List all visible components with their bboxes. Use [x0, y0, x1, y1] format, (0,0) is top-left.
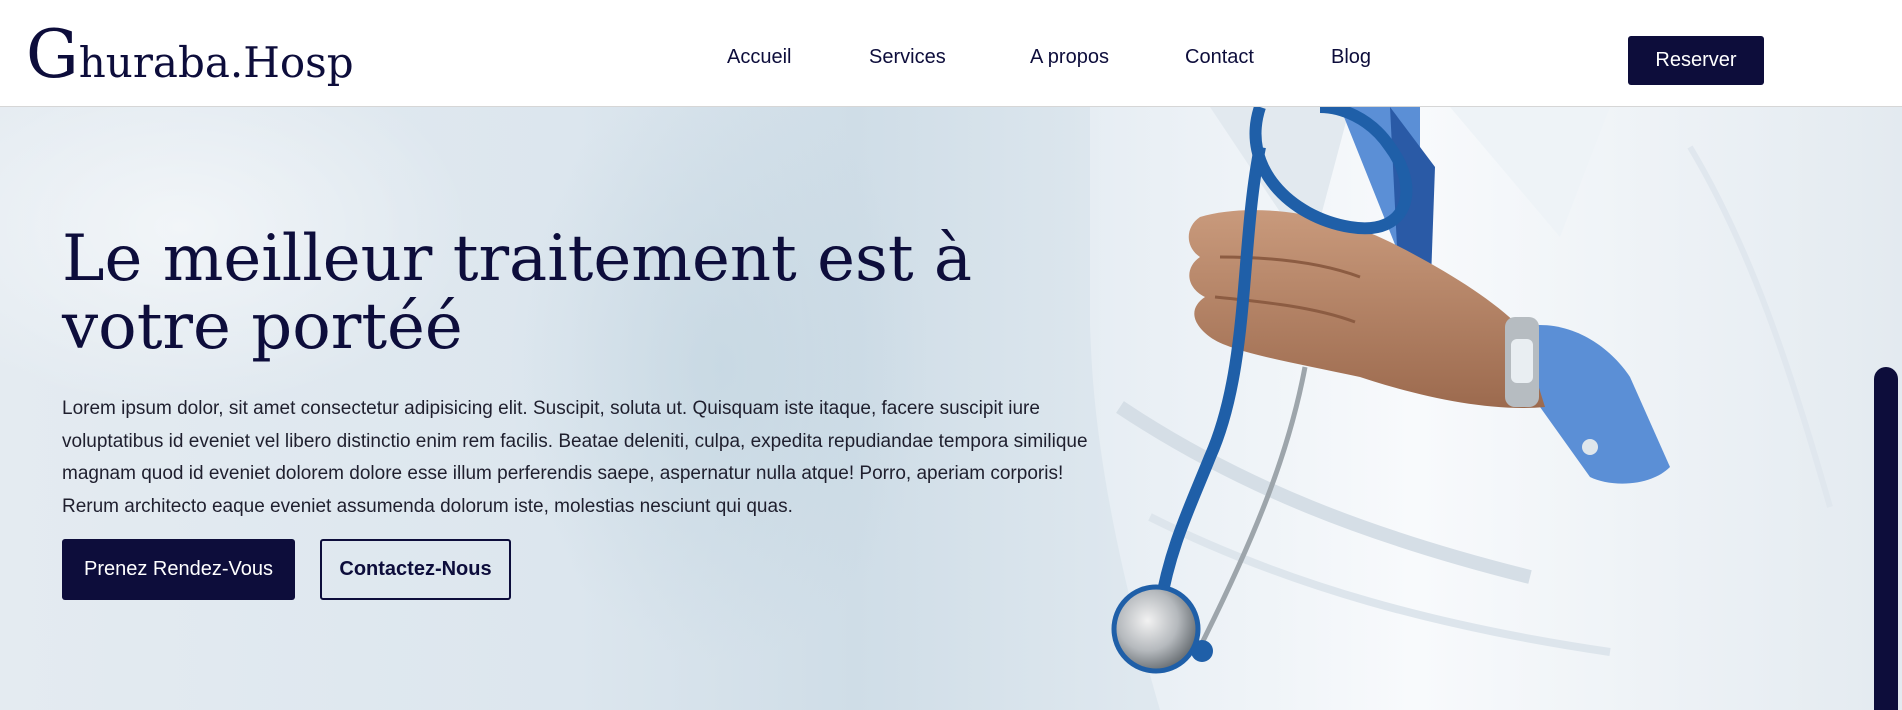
hero-title: Le meilleur traitement est à votre porté…: [62, 222, 973, 364]
nav-item-blog[interactable]: Blog: [1331, 46, 1371, 69]
reserve-button[interactable]: Reserver: [1628, 36, 1764, 85]
hero-description: Lorem ipsum dolor, sit amet consectetur …: [62, 398, 1088, 517]
page-scrollbar-thumb[interactable]: [1874, 367, 1898, 710]
site-logo[interactable]: Ghuraba.Hosp: [26, 22, 354, 88]
contact-button[interactable]: Contactez-Nous: [320, 539, 511, 600]
page: Ghuraba.Hosp Accueil Services A propos C…: [0, 0, 1902, 710]
nav-item-services[interactable]: Services: [869, 46, 946, 69]
logo-text: huraba.Hosp: [78, 38, 354, 87]
hero-image-doctor: [1090, 107, 1902, 710]
nav-item-a-propos[interactable]: A propos: [1030, 46, 1109, 69]
nav-item-accueil[interactable]: Accueil: [727, 46, 791, 69]
nav-item-contact[interactable]: Contact: [1185, 46, 1254, 69]
site-header: Ghuraba.Hosp Accueil Services A propos C…: [0, 0, 1902, 107]
wristwatch: [1505, 317, 1539, 407]
hero-section: Le meilleur traitement est à votre porté…: [0, 107, 1902, 710]
logo-initial: G: [26, 16, 79, 93]
appointment-button[interactable]: Prenez Rendez-Vous: [62, 539, 295, 600]
